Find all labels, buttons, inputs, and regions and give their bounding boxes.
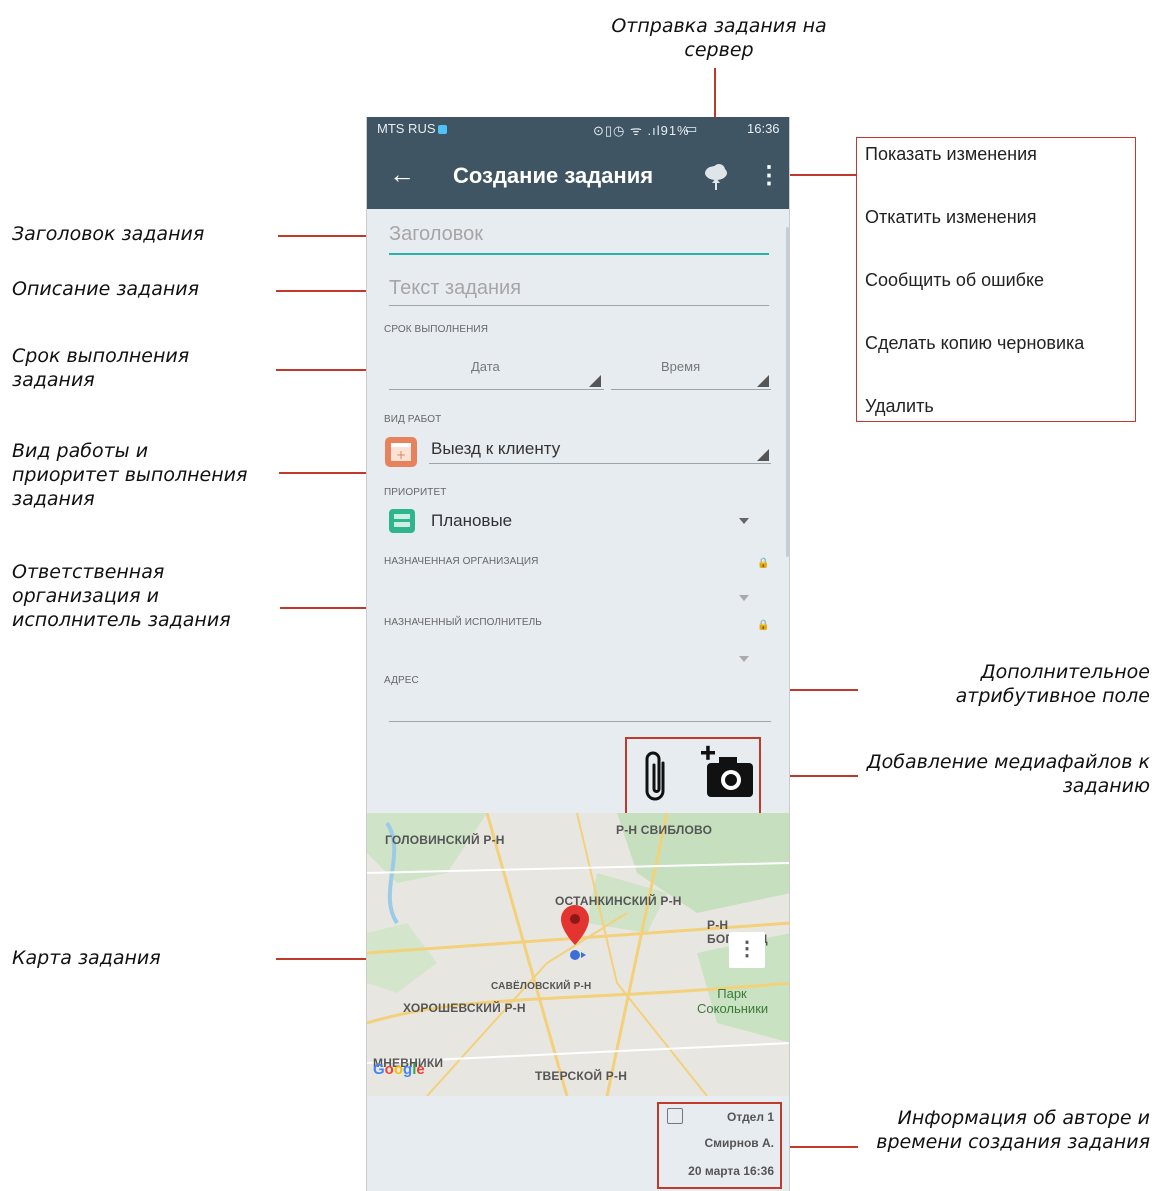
- dropdown-corner-icon: [589, 375, 601, 387]
- author-department: Отдел 1: [727, 1110, 774, 1124]
- menu-item-show-changes[interactable]: Показать изменения: [865, 144, 1037, 165]
- menu-item-revert-changes[interactable]: Откатить изменения: [865, 207, 1036, 228]
- callout-org-executor: Ответственная организация и исполнитель …: [12, 561, 231, 631]
- battery-icon: ▭: [685, 121, 698, 136]
- callout-task-map: Карта задания: [12, 947, 161, 969]
- author-info: Отдел 1 Смирнов А. 20 марта 16:36: [657, 1102, 782, 1189]
- author-name: Смирнов А.: [704, 1136, 774, 1150]
- lock-icon: 🔒: [757, 620, 770, 631]
- dropdown-corner-icon: [757, 449, 769, 461]
- chevron-down-icon: [739, 518, 749, 524]
- task-map[interactable]: ГОЛОВИНСКИЙ Р-Н Р-Н СВИБЛОВО ОСТАНКИНСКИ…: [367, 813, 789, 1096]
- executor-label: НАЗНАЧЕННЫЙ ИСПОЛНИТЕЛЬ: [384, 617, 542, 628]
- callout-author-info: Информация об авторе и времени создания …: [876, 1107, 1150, 1153]
- work-type-value: Выезд к клиенту: [431, 439, 561, 458]
- status-time: 16:36: [747, 121, 780, 136]
- description-field[interactable]: [389, 277, 769, 307]
- leader-line: [280, 607, 367, 609]
- work-type-underline: [429, 463, 771, 464]
- callout-task-description: Описание задания: [12, 278, 200, 300]
- svg-text:+: +: [396, 448, 406, 462]
- park-label: Парк Сокольники: [697, 986, 769, 1016]
- media-buttons: [625, 737, 761, 817]
- callout-send-to-server: Отправка задания на сервер: [611, 15, 827, 61]
- map-label: ХОРОШЕВСКИЙ Р-Н: [403, 1001, 526, 1015]
- title-input[interactable]: [389, 223, 769, 246]
- leader-line: [279, 472, 367, 474]
- map-options-button[interactable]: ⋮: [729, 932, 765, 968]
- overflow-menu-button[interactable]: ⋮: [757, 161, 781, 190]
- chevron-down-icon[interactable]: [739, 656, 749, 662]
- menu-item-copy-draft[interactable]: Сделать копию черновика: [865, 333, 1084, 354]
- chevron-down-icon[interactable]: [739, 595, 749, 601]
- due-label: СРОК ВЫПОЛНЕНИЯ: [384, 324, 489, 335]
- scrollbar[interactable]: [786, 227, 789, 557]
- created-date: 20 марта 16:36: [688, 1164, 774, 1178]
- callout-media: Добавление медиафайлов к заданию: [866, 751, 1150, 797]
- leader-line: [276, 958, 374, 960]
- overflow-menu: Показать изменения Откатить изменения Со…: [856, 137, 1136, 422]
- google-logo: Google: [373, 1061, 425, 1078]
- carrier-name: MTS RUS: [377, 121, 447, 136]
- map-label: ТВЕРСКОЙ Р-Н: [535, 1069, 628, 1083]
- dropdown-corner-icon: [757, 375, 769, 387]
- calendar-add-icon: +: [385, 437, 417, 467]
- callout-task-title: Заголовок задания: [12, 223, 205, 245]
- attachment-icon[interactable]: [639, 749, 675, 805]
- map-label: САВЁЛОВСКИЙ Р-Н: [491, 981, 592, 992]
- callout-due-date: Срок выполнения задания: [12, 345, 190, 391]
- time-label: Время: [661, 359, 701, 374]
- org-label: НАЗНАЧЕННАЯ ОРГАНИЗАЦИЯ: [384, 556, 539, 567]
- date-label: Дата: [471, 359, 500, 374]
- add-photo-icon[interactable]: [701, 745, 757, 801]
- lock-icon: 🔒: [757, 558, 770, 569]
- callout-work-type-priority: Вид работы и приоритет выполнения задани…: [12, 440, 248, 510]
- priority-value: Плановые: [431, 511, 513, 530]
- map-label: ГОЛОВИНСКИЙ Р-Н: [385, 833, 505, 847]
- leader-line: [782, 1146, 858, 1148]
- status-icons: ⊙▯◷ ᯤ .ıl91%: [593, 123, 690, 138]
- status-bar: MTS RUS ⊙▯◷ ᯤ .ıl91% ▭ 16:36: [367, 117, 789, 141]
- map-label: Р-Н СВИБЛОВО: [616, 823, 713, 837]
- title-field[interactable]: [389, 223, 769, 253]
- callout-extra-attribute: Дополнительное атрибутивное поле: [955, 661, 1150, 707]
- app-bar: ← Создание задания ⋮: [367, 141, 789, 209]
- priority-label: ПРИОРИТЕТ: [384, 487, 447, 498]
- description-input[interactable]: [389, 277, 769, 300]
- date-underline: [389, 389, 604, 390]
- time-underline: [611, 389, 771, 390]
- map-pin-icon[interactable]: [560, 905, 590, 968]
- address-underline[interactable]: [389, 721, 771, 722]
- back-button[interactable]: ←: [389, 159, 415, 190]
- leader-line: [276, 290, 374, 292]
- building-icon: [667, 1108, 683, 1124]
- description-underline: [389, 305, 769, 306]
- title-underline: [389, 253, 769, 255]
- priority-icon: [389, 509, 415, 533]
- page-title: Создание задания: [453, 163, 654, 188]
- phone-screen: MTS RUS ⊙▯◷ ᯤ .ıl91% ▭ 16:36 ← Создание …: [366, 117, 790, 1191]
- work-type-label: ВИД РАБОТ: [384, 414, 442, 425]
- menu-item-report-error[interactable]: Сообщить об ошибке: [865, 270, 1044, 291]
- menu-item-delete[interactable]: Удалить: [865, 396, 934, 417]
- leader-line: [278, 235, 374, 237]
- cloud-upload-icon[interactable]: [702, 163, 730, 191]
- leader-line: [276, 369, 374, 371]
- address-label: АДРЕС: [384, 675, 419, 686]
